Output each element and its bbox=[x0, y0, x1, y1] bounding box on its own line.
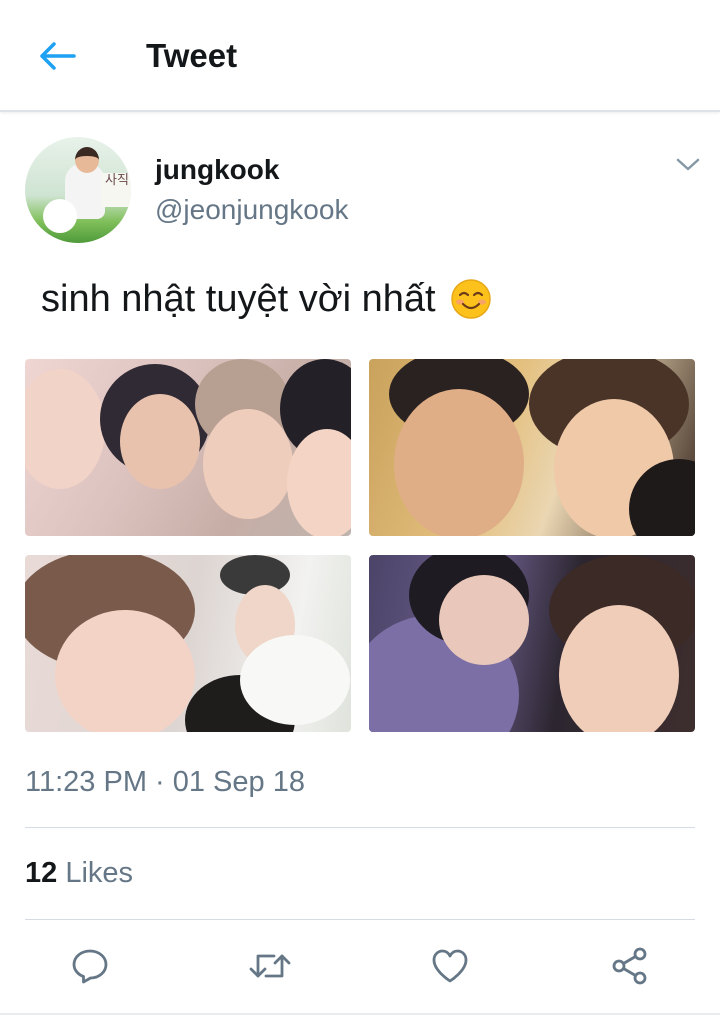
retweet-button[interactable] bbox=[248, 944, 292, 988]
group-selfie-photo[interactable] bbox=[25, 359, 351, 536]
avatar[interactable]: 사직 bbox=[25, 137, 131, 243]
divider bbox=[25, 919, 695, 920]
top-bar: Tweet bbox=[0, 0, 720, 112]
reply-icon bbox=[72, 949, 108, 984]
likes-label: Likes bbox=[65, 857, 134, 889]
purple-jacket-selfie-photo[interactable] bbox=[369, 555, 695, 732]
back-button[interactable] bbox=[30, 36, 84, 76]
author-handle[interactable]: @jeonjungkook bbox=[155, 193, 348, 227]
likes-summary[interactable]: 12 Likes bbox=[25, 855, 133, 891]
avatar-dog bbox=[43, 199, 77, 233]
like-icon bbox=[432, 949, 468, 983]
divider bbox=[25, 827, 695, 828]
retweet-icon bbox=[249, 954, 291, 978]
tweet-text: sinh nhật tuyệt vời nhất bbox=[41, 278, 436, 320]
tweet-timestamp: 11:23 PM · 01 Sep 18 bbox=[25, 766, 305, 798]
share-icon bbox=[612, 947, 647, 985]
close-up-selfie-photo[interactable] bbox=[25, 555, 351, 732]
likes-count: 12 bbox=[25, 857, 58, 889]
author-display-name[interactable]: jungkook bbox=[155, 153, 279, 187]
page-title: Tweet bbox=[146, 37, 238, 74]
bottom-divider bbox=[0, 1013, 720, 1015]
smiling-face-emoji bbox=[450, 279, 491, 319]
reply-button[interactable] bbox=[68, 944, 112, 988]
avatar-sign-text: 사직 bbox=[101, 173, 131, 207]
tweet-menu-button[interactable] bbox=[670, 150, 706, 180]
avatar-head bbox=[75, 147, 99, 173]
like-button[interactable] bbox=[428, 944, 472, 988]
duo-selfie-photo[interactable] bbox=[369, 359, 695, 536]
chevron-down-icon bbox=[676, 158, 700, 171]
arrow-left-icon bbox=[40, 42, 76, 70]
share-button[interactable] bbox=[608, 944, 652, 988]
tweet-body: sinh nhật tuyệt vời nhất bbox=[41, 276, 492, 322]
